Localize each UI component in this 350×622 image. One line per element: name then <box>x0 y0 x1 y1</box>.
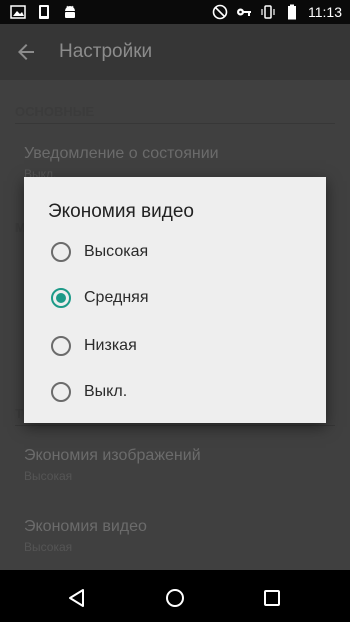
app-bar: Настройки <box>0 24 350 80</box>
recents-square-icon[interactable] <box>261 587 283 609</box>
dialog-title: Экономия видео <box>48 201 194 222</box>
radio-button-selected[interactable] <box>51 288 71 308</box>
phone-icon <box>39 5 49 19</box>
pref-title: Экономия изображений <box>24 447 201 464</box>
divider <box>15 123 335 124</box>
pref-summary: Высокая <box>24 540 73 554</box>
option-label: Низкая <box>84 337 137 354</box>
option-medium[interactable]: Средняя <box>24 275 326 321</box>
option-label: Выкл. <box>84 383 128 400</box>
arrow-back-icon[interactable] <box>14 40 38 64</box>
option-high[interactable]: Высокая <box>24 229 326 275</box>
option-low[interactable]: Низкая <box>24 323 326 369</box>
option-off[interactable]: Выкл. <box>24 369 326 415</box>
page-title: Настройки <box>59 41 153 62</box>
navigation-bar <box>0 572 350 622</box>
radio-button[interactable] <box>51 336 71 356</box>
pref-title: Уведомление о состоянии <box>24 145 219 162</box>
radio-button[interactable] <box>51 242 71 262</box>
category-t: Т <box>15 406 23 421</box>
category-basic: ОСНОВНЫЕ <box>15 104 95 119</box>
option-label: Средняя <box>84 289 149 306</box>
pref-summary: Высокая <box>24 469 73 483</box>
home-circle-icon[interactable] <box>164 587 186 609</box>
back-triangle-icon[interactable] <box>66 587 88 609</box>
status-bar: 11:13 <box>0 0 350 24</box>
radio-button[interactable] <box>51 382 71 402</box>
option-label: Высокая <box>84 243 149 260</box>
clock: 11:13 <box>308 4 342 20</box>
key-icon <box>237 8 251 16</box>
pref-title: Экономия видео <box>24 518 147 535</box>
do-not-disturb-icon <box>212 4 228 20</box>
battery-icon <box>288 4 296 20</box>
android-icon <box>65 5 75 18</box>
image-icon <box>10 5 26 19</box>
vibrate-icon <box>261 5 275 19</box>
video-saving-dialog: Экономия видео Высокая Средняя Низкая Вы… <box>24 177 326 423</box>
divider <box>15 425 335 426</box>
